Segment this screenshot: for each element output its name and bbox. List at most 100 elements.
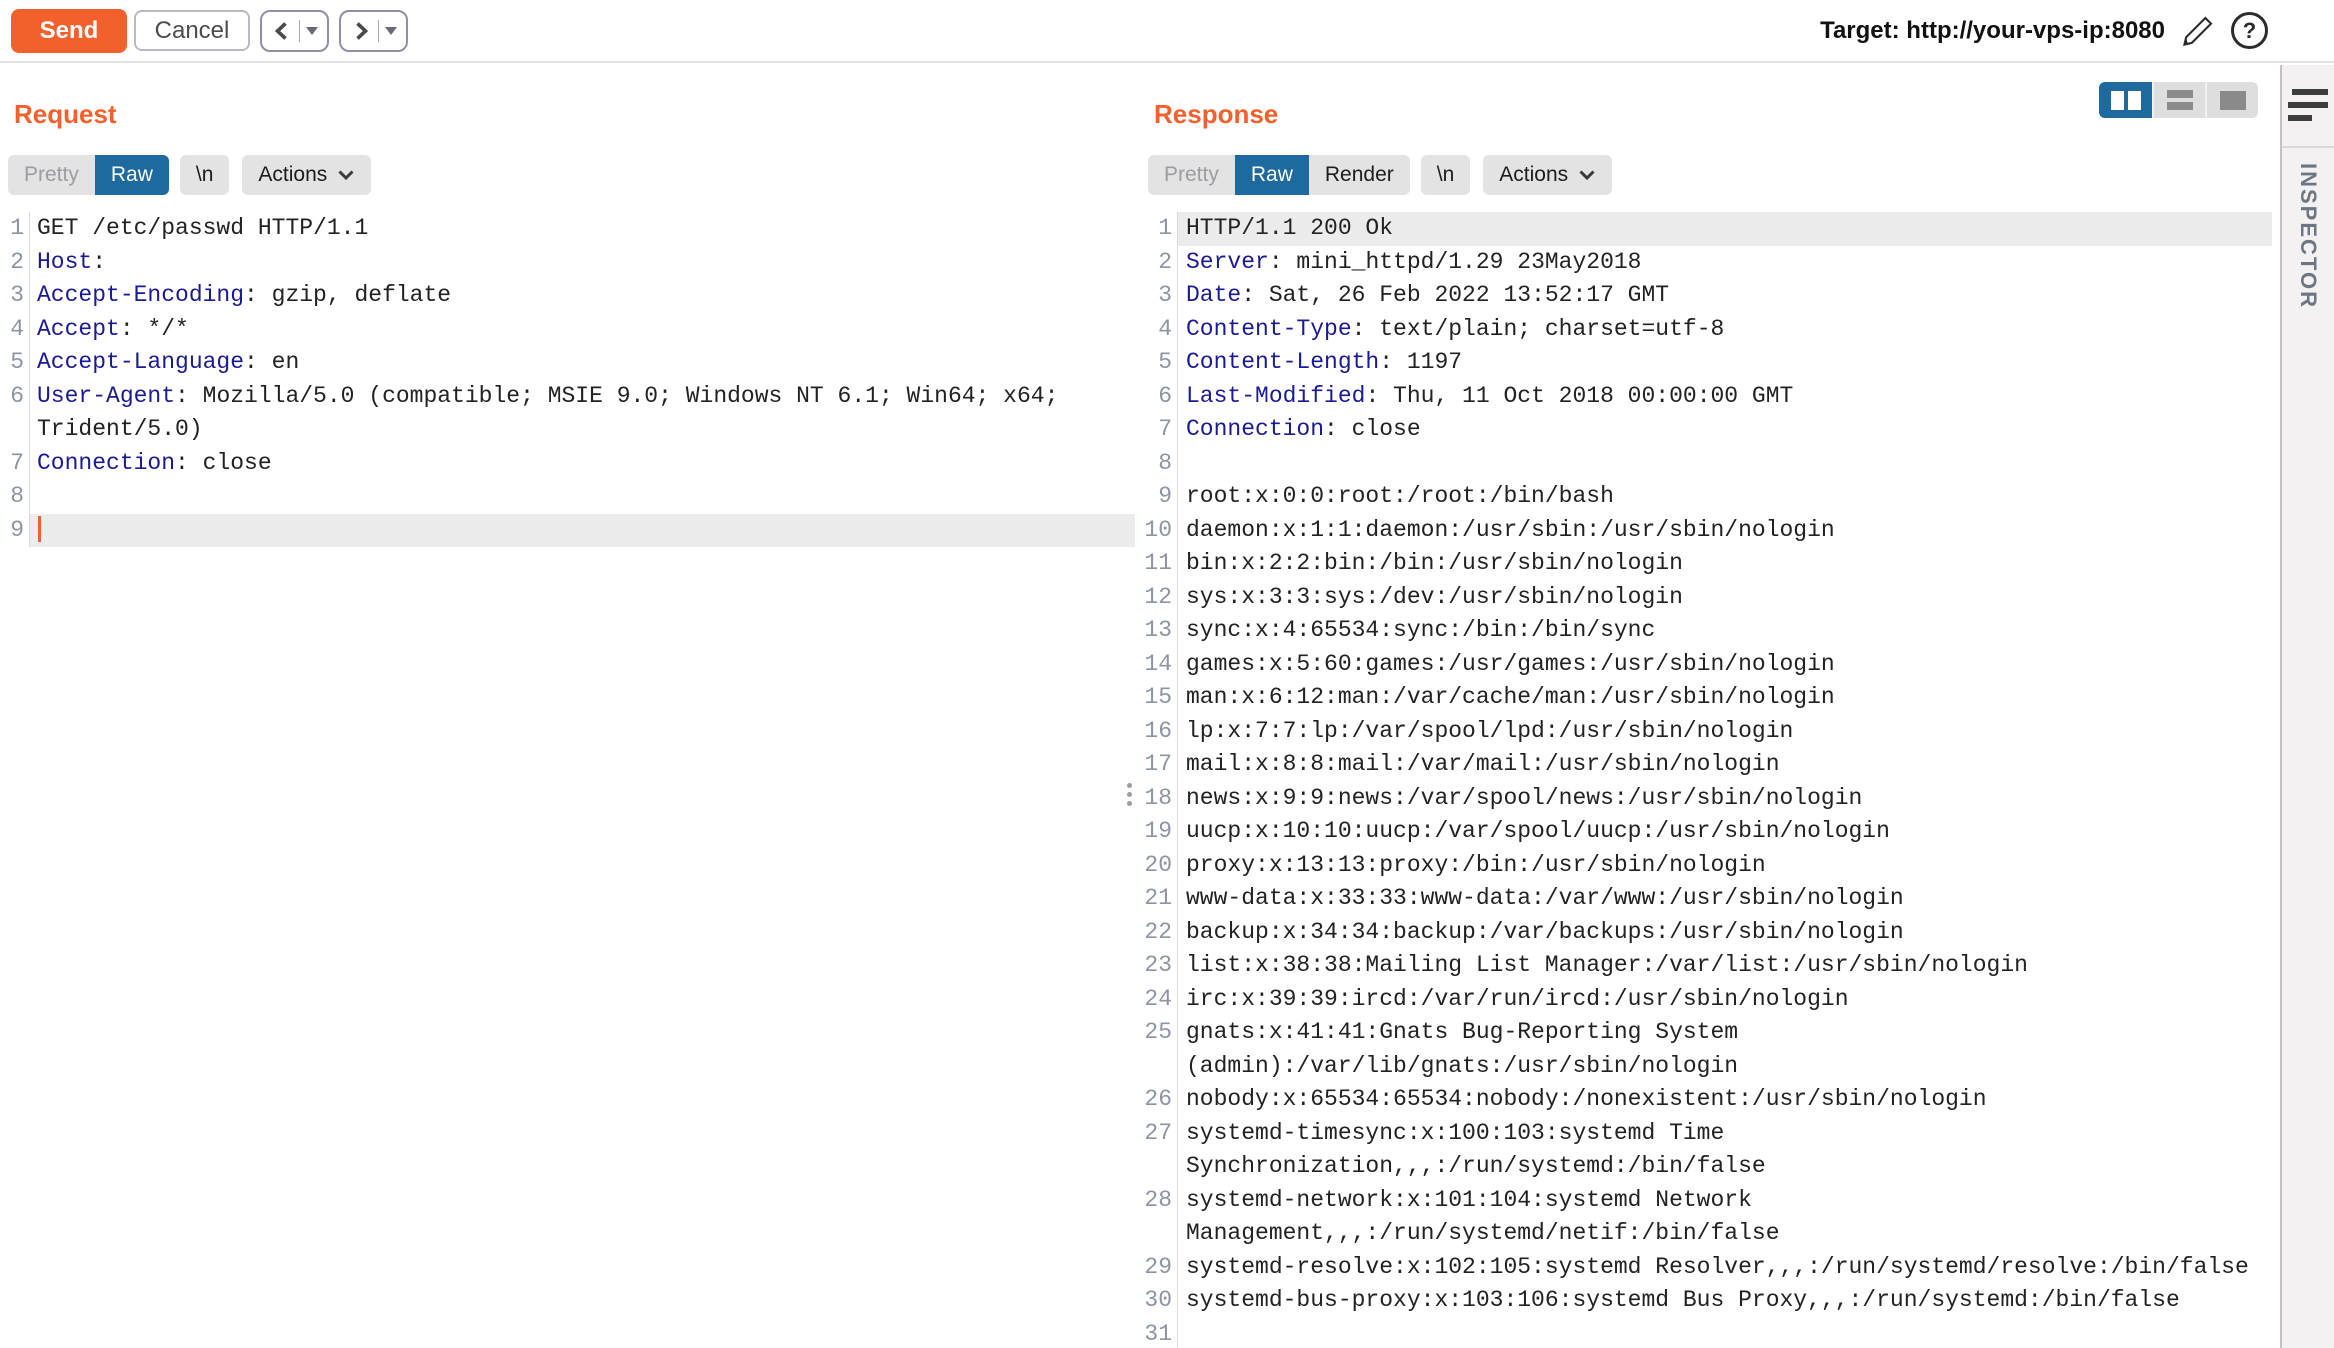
code-text: uucp:x:10:10:uucp:/var/spool/uucp:/usr/s… [1178, 815, 2272, 849]
inspector-label[interactable]: INSPECTOR [2295, 163, 2321, 309]
target-area: Target: http://your-vps-ip:8080 ? [1820, 12, 2334, 49]
request-editor[interactable]: 1GET /etc/passwd HTTP/1.12Host:3Accept-E… [0, 212, 1135, 1348]
line-number: 27 [1140, 1117, 1178, 1184]
line-number: 29 [1140, 1251, 1178, 1285]
code-text [30, 514, 1135, 548]
target-value: http://your-vps-ip:8080 [1906, 17, 2165, 44]
line-number: 18 [1140, 782, 1178, 816]
code-line: 12sys:x:3:3:sys:/dev:/usr/sbin/nologin [1140, 581, 2272, 615]
tab-actions[interactable]: Actions [242, 155, 371, 195]
code-line: 2Server: mini_httpd/1.29 23May2018 [1140, 246, 2272, 280]
columns-icon [2111, 91, 2124, 110]
edit-target-button[interactable] [2181, 14, 2215, 48]
line-number: 8 [0, 480, 30, 514]
tab-raw[interactable]: Raw [1235, 155, 1309, 195]
line-number: 7 [0, 447, 30, 481]
tab-pretty[interactable]: Pretty [1148, 155, 1235, 195]
code-line: 8 [0, 480, 1135, 514]
header-name: Connection [37, 450, 175, 476]
tab-pretty[interactable]: Pretty [8, 155, 95, 195]
response-editor[interactable]: 1HTTP/1.1 200 Ok2Server: mini_httpd/1.29… [1140, 212, 2272, 1348]
forward-button[interactable] [339, 10, 408, 52]
line-number: 30 [1140, 1284, 1178, 1318]
inspector-collapse-icon[interactable] [2288, 89, 2330, 123]
line-number: 8 [1140, 447, 1178, 481]
header-name: Accept-Encoding [37, 282, 244, 308]
line-number: 14 [1140, 648, 1178, 682]
line-number: 10 [1140, 514, 1178, 548]
code-line: 14games:x:5:60:games:/usr/games:/usr/sbi… [1140, 648, 2272, 682]
code-line: 1GET /etc/passwd HTTP/1.1 [0, 212, 1135, 246]
tab-actions[interactable]: Actions [1483, 155, 1612, 195]
code-text: Accept-Encoding: gzip, deflate [30, 279, 1135, 313]
code-text: Accept: */* [30, 313, 1135, 347]
header-name: User-Agent [37, 383, 175, 409]
response-title: Response [1154, 99, 1278, 130]
code-text: User-Agent: Mozilla/5.0 (compatible; MSI… [30, 380, 1135, 447]
code-text: HTTP/1.1 200 Ok [1178, 212, 2272, 246]
tab-newline[interactable]: \n [180, 155, 230, 195]
code-line: 23list:x:38:38:Mailing List Manager:/var… [1140, 949, 2272, 983]
layout-rows-button[interactable] [2152, 82, 2205, 118]
send-button[interactable]: Send [11, 9, 127, 53]
rows-icon [2167, 90, 2193, 110]
code-text: Content-Length: 1197 [1178, 346, 2272, 380]
line-number: 21 [1140, 882, 1178, 916]
chevron-left-icon [271, 20, 293, 42]
header-name: Content-Type [1186, 316, 1352, 342]
code-text: Connection: close [1178, 413, 2272, 447]
layout-columns-button[interactable] [2099, 82, 2152, 118]
code-line: 27systemd-timesync:x:100:103:systemd Tim… [1140, 1117, 2272, 1184]
line-number: 6 [0, 380, 30, 447]
code-line: 30systemd-bus-proxy:x:103:106:systemd Bu… [1140, 1284, 2272, 1318]
code-text: systemd-network:x:101:104:systemd Networ… [1178, 1184, 2272, 1251]
line-number: 24 [1140, 983, 1178, 1017]
code-line: 6User-Agent: Mozilla/5.0 (compatible; MS… [0, 380, 1135, 447]
line-number: 2 [0, 246, 30, 280]
code-line: 8 [1140, 447, 2272, 481]
code-line: 31 [1140, 1318, 2272, 1348]
tab-raw[interactable]: Raw [95, 155, 169, 195]
code-text [30, 480, 1135, 514]
code-line: 13sync:x:4:65534:sync:/bin:/bin/sync [1140, 614, 2272, 648]
code-text: systemd-timesync:x:100:103:systemd Time … [1178, 1117, 2272, 1184]
line-number: 13 [1140, 614, 1178, 648]
line-number: 2 [1140, 246, 1178, 280]
tab-newline[interactable]: \n [1421, 155, 1471, 195]
code-line: 9root:x:0:0:root:/root:/bin/bash [1140, 480, 2272, 514]
code-text: www-data:x:33:33:www-data:/var/www:/usr/… [1178, 882, 2272, 916]
back-button[interactable] [260, 10, 329, 52]
code-text: sys:x:3:3:sys:/dev:/usr/sbin/nologin [1178, 581, 2272, 615]
repeater-app: Send Cancel Target: http://your-vps-ip:8… [0, 0, 2334, 1348]
back-history-dropdown-icon[interactable] [306, 27, 318, 35]
code-text: GET /etc/passwd HTTP/1.1 [30, 212, 1135, 246]
help-button[interactable]: ? [2231, 12, 2268, 49]
code-text: man:x:6:12:man:/var/cache/man:/usr/sbin/… [1178, 681, 2272, 715]
code-line: 24irc:x:39:39:ircd:/var/run/ircd:/usr/sb… [1140, 983, 2272, 1017]
line-number: 20 [1140, 849, 1178, 883]
tab-render[interactable]: Render [1309, 155, 1410, 195]
inspector-sidebar: INSPECTOR [2280, 65, 2334, 1348]
code-line: 18news:x:9:9:news:/var/spool/news:/usr/s… [1140, 782, 2272, 816]
forward-history-dropdown-icon[interactable] [385, 27, 397, 35]
layout-single-button[interactable] [2205, 82, 2258, 118]
code-line: 20proxy:x:13:13:proxy:/bin:/usr/sbin/nol… [1140, 849, 2272, 883]
panel-resize-grip[interactable] [1127, 783, 1132, 806]
line-number: 16 [1140, 715, 1178, 749]
code-line: 7Connection: close [1140, 413, 2272, 447]
header-name: Date [1186, 282, 1241, 308]
code-line: 6Last-Modified: Thu, 11 Oct 2018 00:00:0… [1140, 380, 2272, 414]
code-text: Accept-Language: en [30, 346, 1135, 380]
code-text: irc:x:39:39:ircd:/var/run/ircd:/usr/sbin… [1178, 983, 2272, 1017]
code-text: list:x:38:38:Mailing List Manager:/var/l… [1178, 949, 2272, 983]
code-line: 25gnats:x:41:41:Gnats Bug-Reporting Syst… [1140, 1016, 2272, 1083]
cancel-button[interactable]: Cancel [134, 10, 250, 51]
code-text: Last-Modified: Thu, 11 Oct 2018 00:00:00… [1178, 380, 2272, 414]
chevron-down-icon [1578, 169, 1596, 181]
line-number: 1 [1140, 212, 1178, 246]
line-number: 5 [1140, 346, 1178, 380]
line-number: 19 [1140, 815, 1178, 849]
code-line: 10daemon:x:1:1:daemon:/usr/sbin:/usr/sbi… [1140, 514, 2272, 548]
code-line: 19uucp:x:10:10:uucp:/var/spool/uucp:/usr… [1140, 815, 2272, 849]
code-line: 15man:x:6:12:man:/var/cache/man:/usr/sbi… [1140, 681, 2272, 715]
